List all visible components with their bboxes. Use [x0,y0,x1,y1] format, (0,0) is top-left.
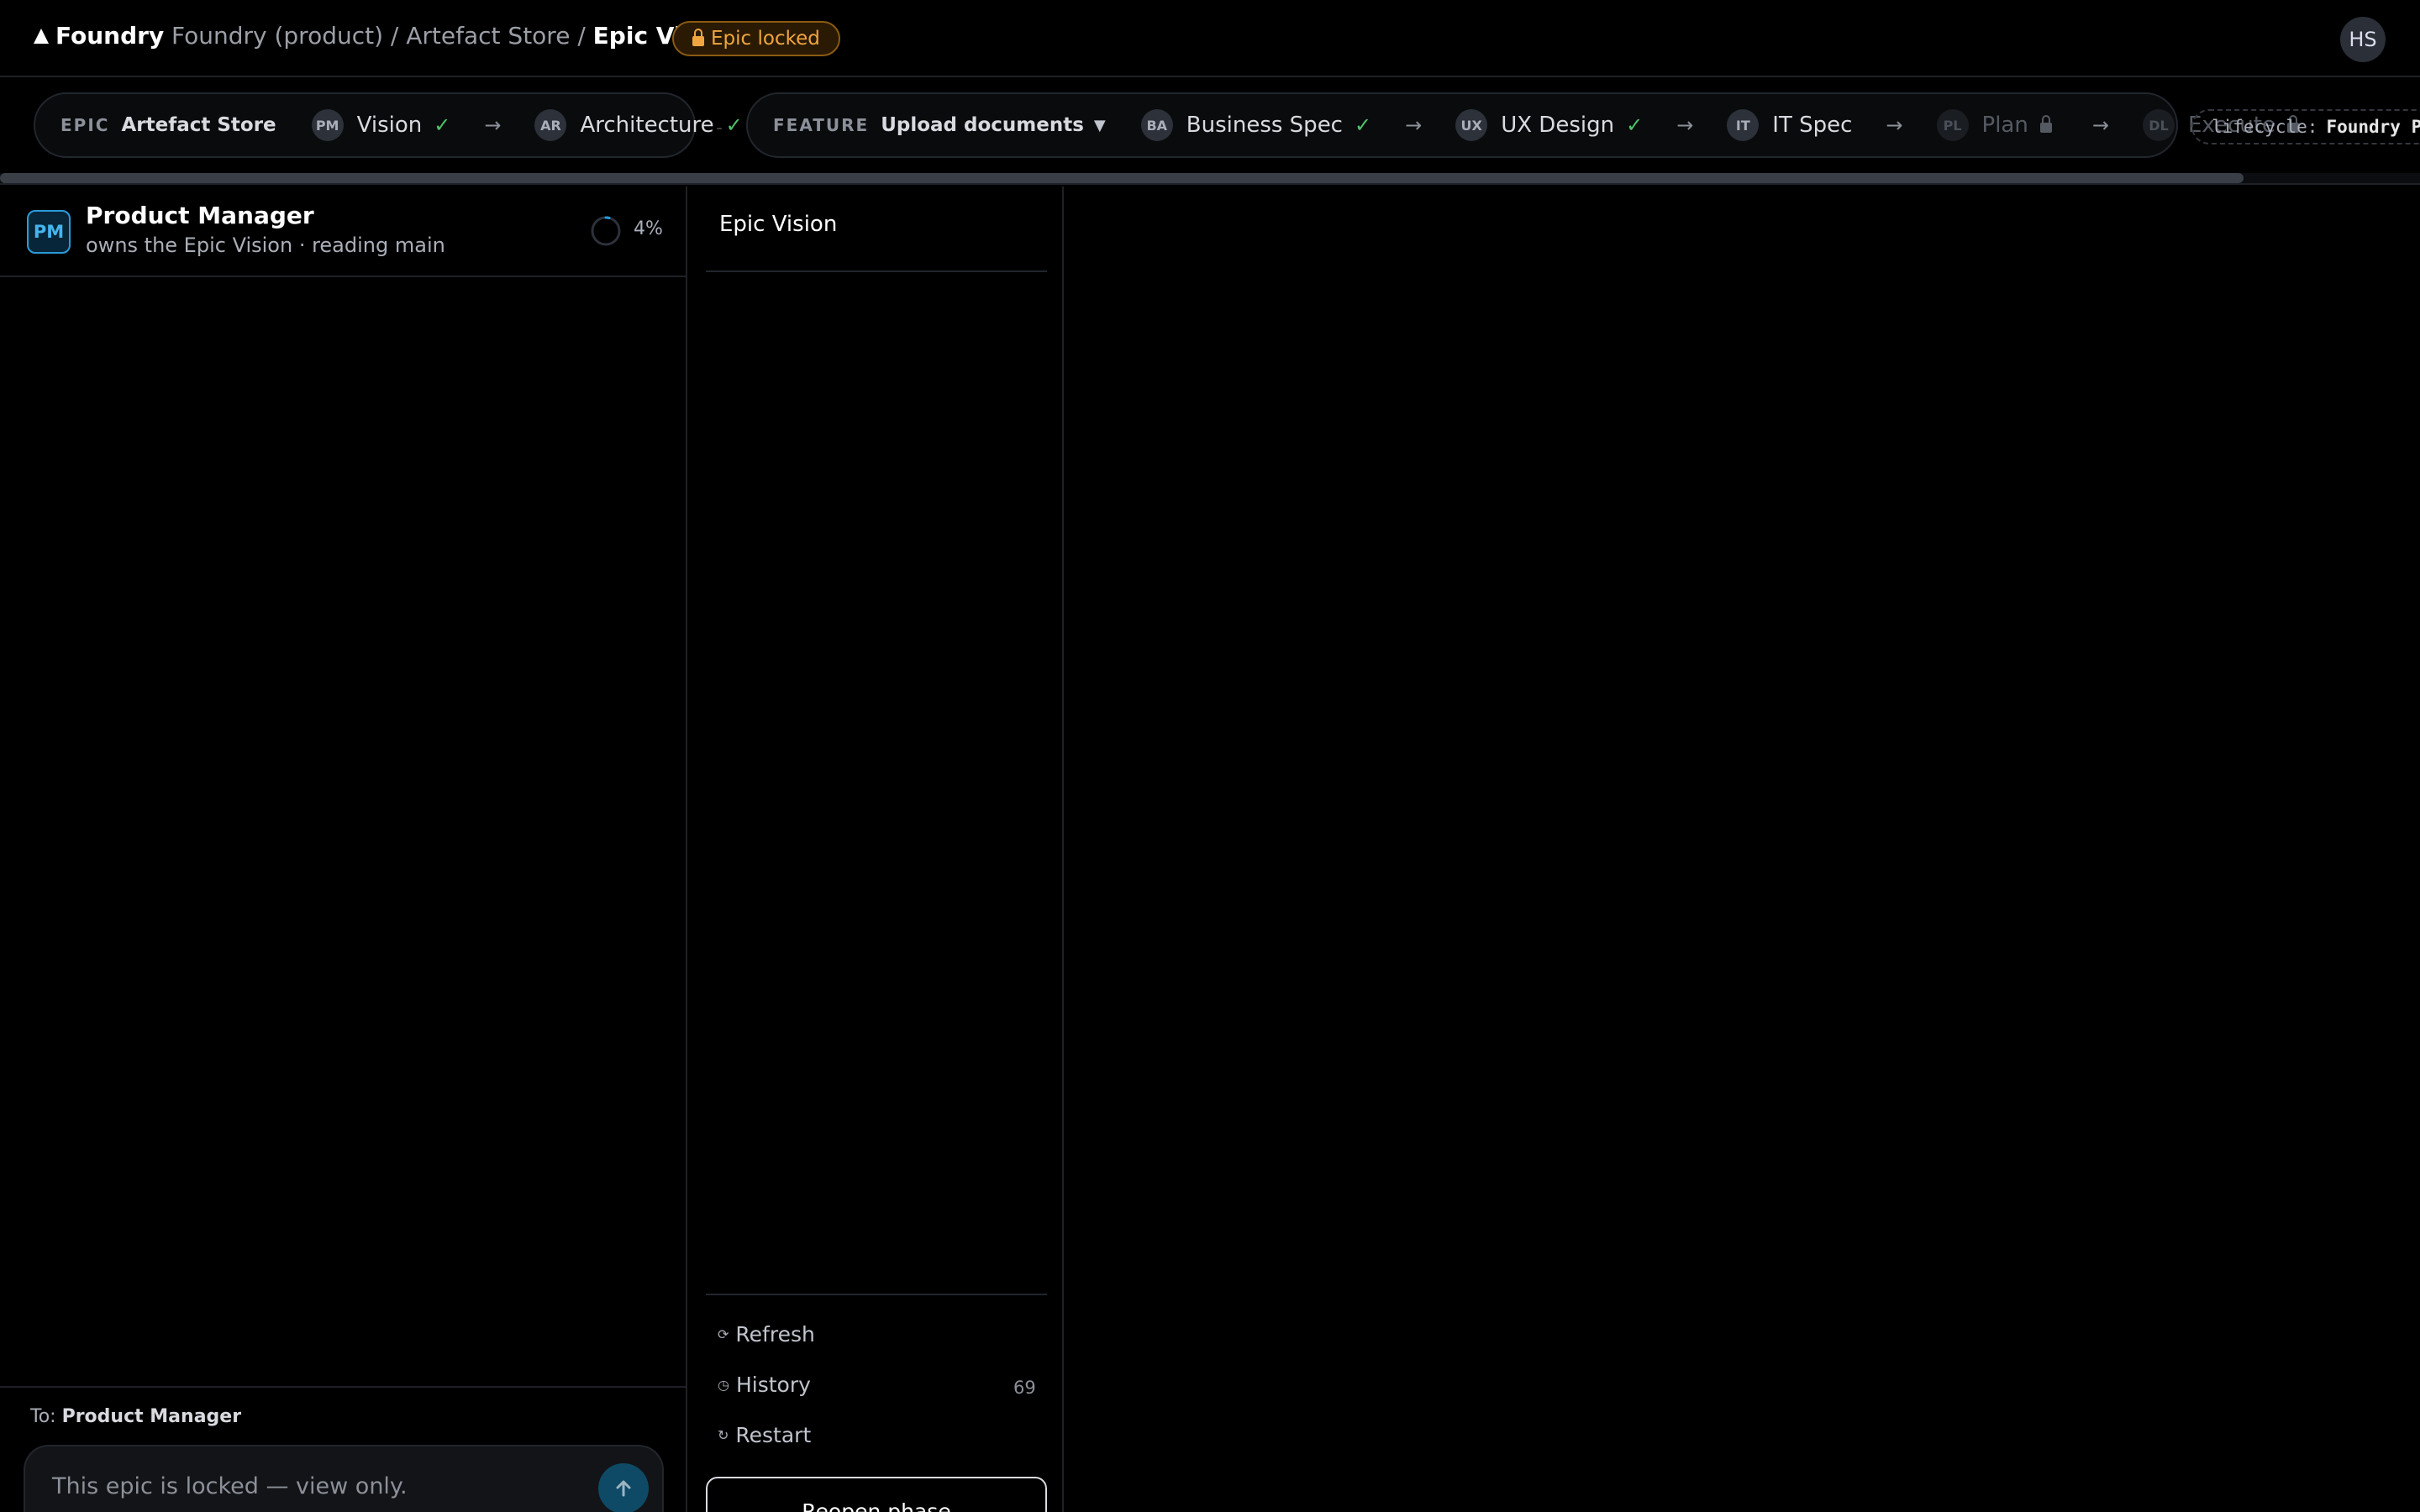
role-badge-ux: UX [1455,109,1488,141]
arrow-up-icon [616,1480,631,1497]
to-label: To: [30,1406,56,1427]
progress-ring [591,216,621,246]
restart-button[interactable]: ↻ Restart [718,1423,811,1447]
lifecycle-strip: EPIC Artefact Store PM Vision ✓ → AR Arc… [0,79,2420,185]
top-bar: Foundry Foundry (product) / Artefact Sto… [0,0,2420,77]
breadcrumb[interactable]: Foundry (product) / Artefact Store / Epi… [171,22,737,50]
agent-subtitle: owns the Epic Vision · reading main [86,234,445,257]
message-composer[interactable]: This epic is locked — view only. [24,1445,664,1512]
role-badge-ba: BA [1140,109,1173,141]
history-label: History [735,1373,811,1397]
step-architecture[interactable]: AR Architecture ✓ [534,109,743,141]
check-icon: ✓ [434,113,451,137]
role-badge-dl: DL [2142,109,2175,141]
logo-text: Foundry [55,22,165,50]
breadcrumb-path[interactable]: Foundry (product) / Artefact Store / [171,22,593,50]
chevron-down-icon[interactable]: ▼ [1094,117,1106,134]
restart-label: Restart [735,1423,812,1447]
arrow-right-icon: → [1886,113,1903,137]
group-separator: - [716,118,723,139]
lifecycle-label: lifecycle: [2212,117,2318,137]
step-label: Business Spec [1186,113,1343,138]
agent-name: Product Manager [86,202,314,229]
restart-icon: ↻ [718,1427,729,1443]
agent-avatar: PM [27,210,71,254]
epic-name[interactable]: Artefact Store [121,114,276,136]
history-count: 69 [1013,1378,1036,1398]
divider [706,1294,1047,1295]
foundry-logo[interactable]: Foundry [34,22,164,50]
check-icon: ✓ [725,113,743,137]
arrow-right-icon: → [2091,113,2109,137]
step-label: Vision [356,113,423,138]
feature-selector[interactable]: Upload documents [881,114,1084,136]
epic-locked-badge: Epic locked [672,21,840,56]
arrow-right-icon: → [1405,113,1423,137]
recipient-name: Product Manager [61,1406,242,1427]
step-plan: PL Plan [1936,109,2059,141]
agent-header: PM Product Manager owns the Epic Vision … [0,186,687,277]
composer-divider [0,1386,687,1388]
step-it-spec[interactable]: IT IT Spec [1727,109,1852,141]
step-label: UX Design [1501,113,1615,138]
divider [706,270,1047,272]
lifecycle-chip[interactable]: lifecycle: Foundry PD [2191,109,2420,144]
foundry-logo-icon [34,28,49,44]
refresh-icon: ⟳ [718,1326,729,1342]
refresh-button[interactable]: ⟳ Refresh [718,1322,815,1347]
feature-kind-label: FEATURE [773,115,870,135]
preview-pane [1065,186,2420,1512]
feature-phase-group: FEATURE Upload documents ▼ BA Business S… [746,92,2299,158]
check-icon: ✓ [1354,113,1372,137]
history-button[interactable]: ◷ History [718,1373,811,1397]
check-icon: ✓ [1626,113,1644,137]
reopen-phase-button[interactable]: Reopen phase [706,1477,1047,1512]
document-panel: Epic Vision ⟳ Refresh ◷ History 69 ↻ Res… [689,186,1064,1512]
refresh-label: Refresh [735,1322,815,1347]
document-title: Epic Vision [719,212,838,237]
clock-icon: ◷ [718,1377,729,1393]
step-ux-design[interactable]: UX UX Design ✓ [1455,109,1643,141]
role-badge-it: IT [1727,109,1760,141]
recipient-line: To: Product Manager [30,1406,241,1427]
lifecycle-value: Foundry PD [2326,117,2420,137]
role-badge-pm: PM [311,109,344,141]
role-badge-ar: AR [534,109,567,141]
progress-percent: 4% [634,218,663,239]
arrow-right-icon: → [1676,113,1694,137]
step-label: IT Spec [1772,113,1853,138]
lock-icon [2039,115,2052,133]
arrow-right-icon: → [484,113,502,137]
epic-locked-label: Epic locked [711,28,820,50]
step-vision[interactable]: PM Vision ✓ [311,109,451,141]
step-label: Architecture [580,113,714,138]
epic-kind-label: EPIC [60,115,110,135]
step-business-spec[interactable]: BA Business Spec ✓ [1140,109,1372,141]
strip-scrollbar-thumb[interactable] [0,173,2244,183]
lock-icon [692,29,704,46]
step-label: Plan [1981,113,2028,138]
user-avatar[interactable]: HS [2340,17,2386,62]
composer-placeholder: This epic is locked — view only. [52,1473,408,1499]
send-button[interactable] [598,1463,649,1512]
role-badge-pl: PL [1936,109,1969,141]
agent-chat-panel: PM Product Manager owns the Epic Vision … [0,186,687,1512]
epic-phase-group: EPIC Artefact Store PM Vision ✓ → AR Arc… [34,92,743,158]
